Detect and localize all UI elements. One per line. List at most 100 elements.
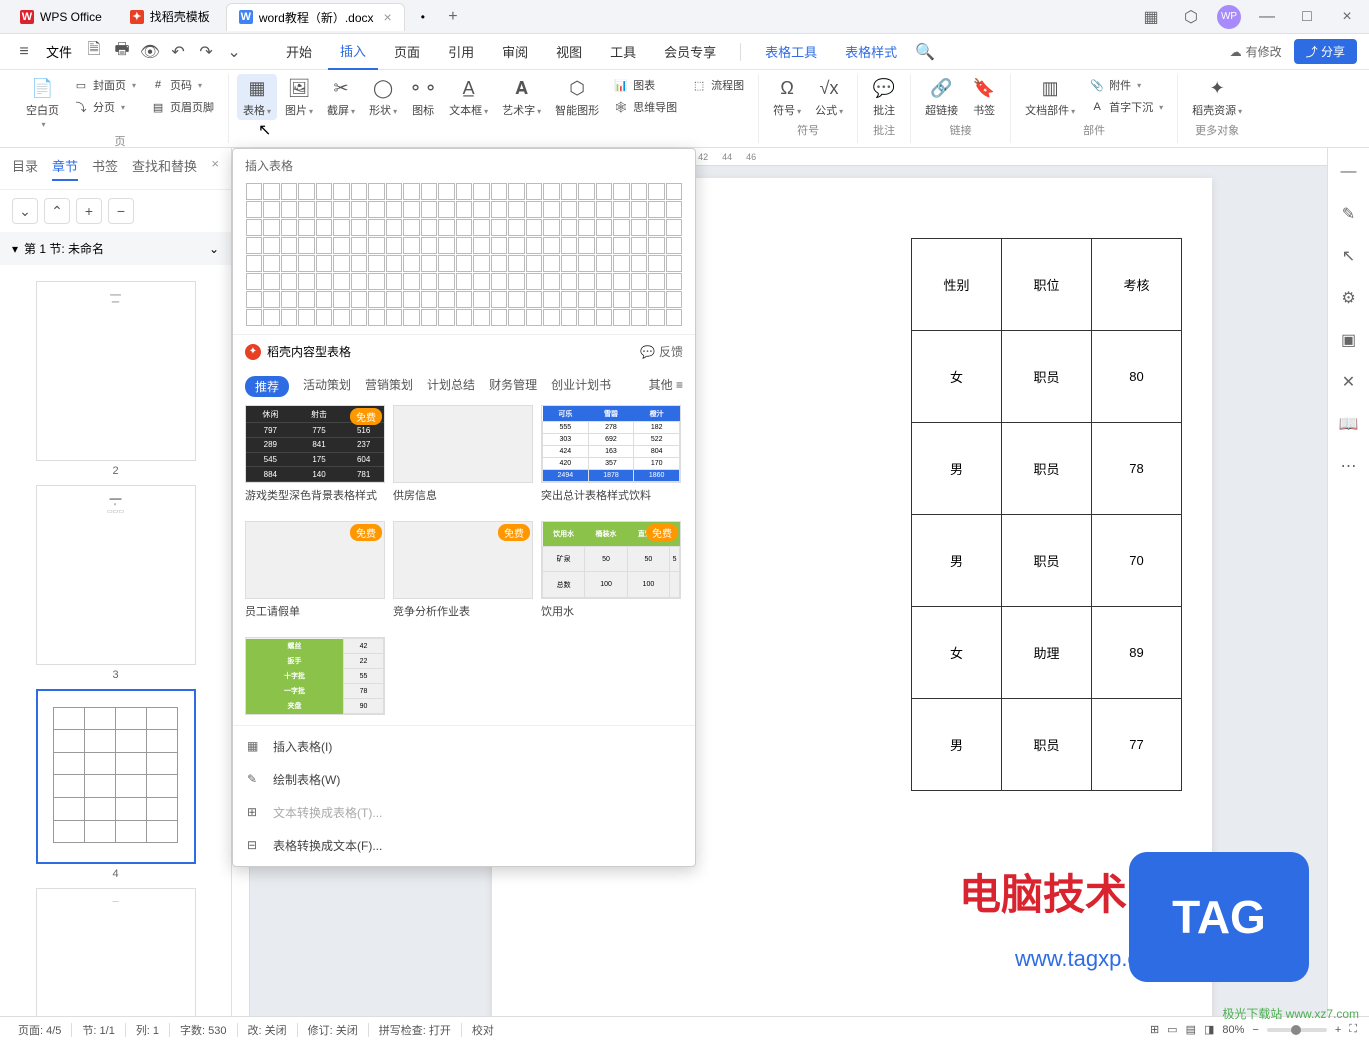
grid-cell[interactable] (351, 237, 368, 254)
grid-cell[interactable] (596, 309, 613, 326)
resource-button[interactable]: ✦稻壳资源▾ (1186, 74, 1248, 120)
grid-cell[interactable] (508, 219, 525, 236)
close-button[interactable]: × (1333, 3, 1361, 31)
avatar[interactable]: WP (1217, 5, 1241, 29)
app-tab-wps[interactable]: W WPS Office (8, 3, 114, 31)
close-icon[interactable]: × (384, 9, 392, 25)
screenshot-button[interactable]: ✂截屏▾ (321, 74, 361, 120)
document-table[interactable]: 性别职位考核 女职员80 男职员78 男职员70 女助理89 男职员77 (911, 238, 1182, 791)
print-icon[interactable]: 🖶 (110, 40, 134, 64)
nav-tab-chapter[interactable]: 章节 (52, 156, 78, 181)
menu-review[interactable]: 审阅 (490, 34, 540, 70)
grid-cell[interactable] (263, 201, 280, 218)
grid-cell[interactable] (578, 273, 595, 290)
grid-cell[interactable] (613, 291, 630, 308)
bookmark-button[interactable]: 🔖书签 (966, 74, 1002, 120)
grid-cell[interactable] (333, 183, 350, 200)
grid-cell[interactable] (263, 309, 280, 326)
grid-cell[interactable] (596, 183, 613, 200)
grid-cell[interactable] (613, 237, 630, 254)
grid-cell[interactable] (473, 183, 490, 200)
insert-table-option[interactable]: ▦插入表格(I) (233, 730, 695, 763)
pagenum-button[interactable]: #页码▾ (144, 74, 220, 96)
grid-cell[interactable] (403, 183, 420, 200)
status-proof[interactable]: 校对 (466, 1022, 500, 1038)
shape-button[interactable]: ◯形状▾ (363, 74, 403, 120)
more-icon[interactable]: ⌄ (222, 40, 246, 64)
docpart-button[interactable]: ▥文档部件▾ (1019, 74, 1081, 120)
grid-cell[interactable] (246, 237, 263, 254)
grid-cell[interactable] (491, 255, 508, 272)
grid-cell[interactable] (351, 219, 368, 236)
grid-cell[interactable] (421, 273, 438, 290)
status-revise[interactable]: 修订: 关闭 (302, 1022, 364, 1038)
feedback-link[interactable]: 💬 反馈 (640, 343, 683, 360)
grid-cell[interactable] (543, 291, 560, 308)
grid-cell[interactable] (526, 291, 543, 308)
chart-button[interactable]: 📊图表 (607, 74, 683, 96)
grid-cell[interactable] (596, 255, 613, 272)
grid-cell[interactable] (613, 183, 630, 200)
flowchart-button[interactable]: ⬚流程图 (685, 74, 750, 96)
grid-cell[interactable] (596, 201, 613, 218)
grid-cell[interactable] (421, 309, 438, 326)
grid-cell[interactable] (526, 309, 543, 326)
grid-cell[interactable] (561, 183, 578, 200)
grid-cell[interactable] (456, 237, 473, 254)
nav-add-button[interactable]: + (76, 198, 102, 224)
grid-cell[interactable] (578, 237, 595, 254)
grid-cell[interactable] (631, 255, 648, 272)
cover-button[interactable]: ▭封面页▾ (67, 74, 142, 96)
grid-cell[interactable] (666, 255, 683, 272)
grid-cell[interactable] (368, 219, 385, 236)
grid-cell[interactable] (386, 291, 403, 308)
menu-member[interactable]: 会员专享 (652, 34, 728, 70)
grid-cell[interactable] (333, 237, 350, 254)
grid-cell[interactable] (456, 255, 473, 272)
grid-cell[interactable] (613, 201, 630, 218)
share-button[interactable]: ⤴ 分享 (1294, 39, 1357, 64)
grid-cell[interactable] (351, 201, 368, 218)
grid-cell[interactable] (298, 237, 315, 254)
grid-cell[interactable] (421, 219, 438, 236)
grid-cell[interactable] (491, 273, 508, 290)
grid-cell[interactable] (526, 273, 543, 290)
grid-cell[interactable] (648, 237, 665, 254)
grid-cell[interactable] (561, 255, 578, 272)
grid-cell[interactable] (526, 201, 543, 218)
grid-cell[interactable] (596, 219, 613, 236)
template-item[interactable]: 免费 员工请假单 (245, 521, 385, 629)
grid-cell[interactable] (648, 183, 665, 200)
grid-cell[interactable] (403, 309, 420, 326)
grid-cell[interactable] (403, 291, 420, 308)
minus-icon[interactable]: — (1337, 160, 1361, 184)
grid-cell[interactable] (351, 273, 368, 290)
grid-cell[interactable] (456, 183, 473, 200)
grid-cell[interactable] (438, 219, 455, 236)
grid-cell[interactable] (666, 291, 683, 308)
grid-cell[interactable] (386, 219, 403, 236)
template-tab[interactable]: 营销策划 (365, 376, 413, 397)
grid-cell[interactable] (298, 273, 315, 290)
hamburger-icon[interactable]: ≡ (12, 40, 36, 64)
grid-cell[interactable] (298, 309, 315, 326)
textbox-button[interactable]: A̲文本框▾ (443, 74, 494, 120)
grid-cell[interactable] (333, 255, 350, 272)
grid-cell[interactable] (386, 237, 403, 254)
grid-cell[interactable] (613, 273, 630, 290)
grid-cell[interactable] (403, 219, 420, 236)
grid-cell[interactable] (386, 183, 403, 200)
nav-tab-bookmark[interactable]: 书签 (92, 156, 118, 181)
layers-icon[interactable]: ▣ (1337, 328, 1361, 352)
page-thumbnail[interactable]: ▬▬◐▭▭▭ 3 (0, 485, 231, 681)
grid-cell[interactable] (508, 309, 525, 326)
grid-cell[interactable] (648, 201, 665, 218)
template-item[interactable]: 可乐雪碧橙汁5552781823036925224241638044203571… (541, 405, 681, 513)
grid-cell[interactable] (456, 201, 473, 218)
grid-cell[interactable] (246, 255, 263, 272)
status-words[interactable]: 字数: 530 (174, 1022, 232, 1038)
grid-cell[interactable] (298, 219, 315, 236)
grid-cell[interactable] (263, 219, 280, 236)
page-thumbnail[interactable]: ━━━━━ 2 (0, 281, 231, 477)
grid-cell[interactable] (246, 309, 263, 326)
